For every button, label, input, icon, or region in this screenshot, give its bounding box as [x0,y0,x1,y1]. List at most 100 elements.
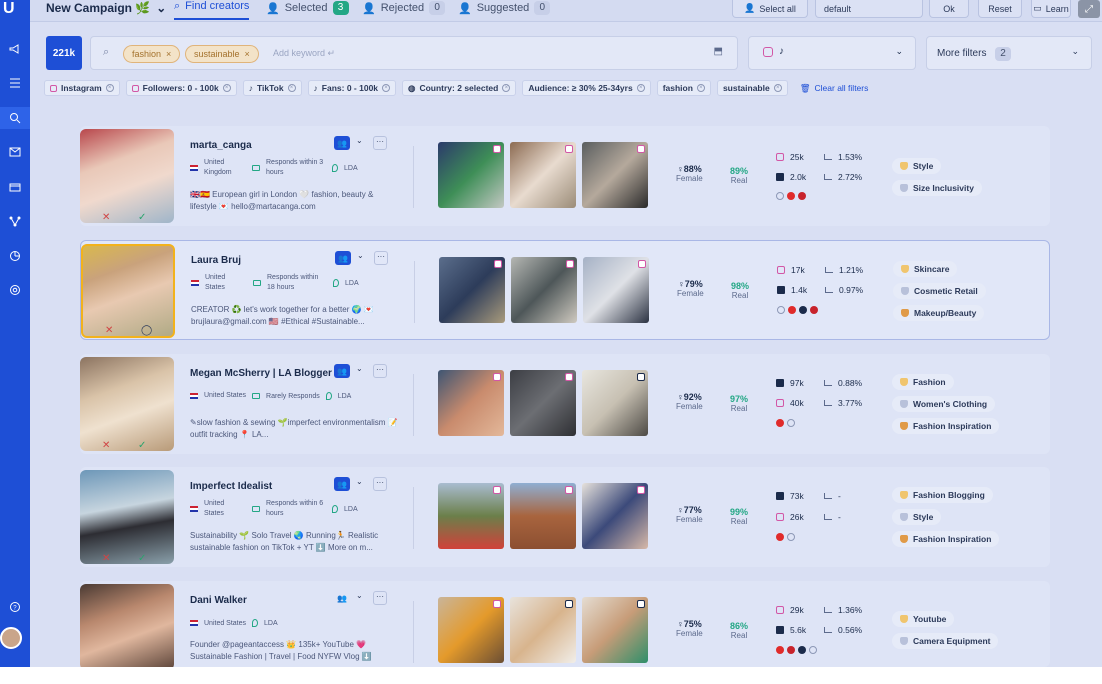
close-icon[interactable]: × [382,84,391,92]
website-icon[interactable] [787,419,795,427]
close-icon[interactable]: × [287,84,296,92]
creator-name[interactable]: Dani Walker [190,595,247,606]
creator-photo[interactable] [80,584,174,670]
more-filters-button[interactable]: More filters 2 ⌄ [926,36,1092,70]
post-thumbnail[interactable] [439,257,505,323]
website-icon[interactable] [777,306,785,314]
creator-card[interactable]: ✕ ✓ Megan McSherry | LA Blogger 👥 ⌄ ··· U… [80,354,1050,454]
app-logo[interactable]: U [3,1,19,17]
filter-chip[interactable]: ◍ Country: 2 selected × [402,80,517,96]
creator-photo[interactable]: ✕ ◯ [81,244,175,338]
expand-icon[interactable]: ⤢ [1078,0,1100,18]
tab-rejected[interactable]: 👤 Rejected 0 [362,0,446,16]
post-thumbnail[interactable] [510,483,576,549]
keyword-input[interactable]: Add keyword ↵ [273,48,335,59]
creator-card[interactable]: ✕ ✓ Imperfect Idealist 👥 ⌄ ··· United Sta… [80,467,1050,567]
preset-input[interactable]: default [815,0,923,18]
mail-icon[interactable] [0,141,30,163]
creator-photo[interactable]: ✕ ✓ [80,129,174,223]
creator-card[interactable]: ✕ ✓ marta_canga 👥 ⌄ ··· United Kingdom Res… [80,126,1050,226]
pinterest-icon[interactable] [798,192,806,200]
post-thumbnail[interactable] [510,597,576,663]
post-thumbnail[interactable] [438,597,504,663]
close-icon[interactable]: × [222,84,231,92]
keyword-search[interactable]: ⌕ fashion × sustainable × Add keyword ↵ ⬒ [90,36,738,70]
bookmark-icon[interactable]: ⬒ [714,46,723,57]
chevron-down-icon[interactable]: ⌄ [356,591,363,600]
website-icon[interactable] [787,533,795,541]
reset-button[interactable]: Reset [978,0,1022,18]
more-options-icon[interactable]: ··· [373,136,387,150]
post-thumbnail[interactable] [582,483,648,549]
pinterest-icon[interactable] [810,306,818,314]
tab-suggested[interactable]: 👤 Suggested 0 [458,0,551,16]
post-thumbnail[interactable] [438,142,504,208]
filter-chip[interactable]: sustainable × [716,80,788,96]
close-icon[interactable]: × [773,84,782,92]
more-options-icon[interactable]: ··· [373,364,387,378]
add-to-list-icon[interactable]: 👥 [334,136,350,150]
close-icon[interactable]: × [696,84,705,92]
add-to-list-icon[interactable]: 👥 [334,364,350,378]
learn-button[interactable]: ▭ Learn [1031,0,1071,18]
filter-chip[interactable]: ♪ TikTok × [242,80,302,96]
reject-icon[interactable]: ✕ [105,325,113,336]
add-to-list-icon[interactable]: 👥 [334,477,350,491]
youtube-icon[interactable] [787,192,795,200]
creator-card[interactable]: Dani Walker 👥 ⌄ ··· United States LDA Fou… [80,581,1050,670]
chevron-down-icon[interactable]: ⌄ [356,477,363,486]
post-thumbnail[interactable] [583,257,649,323]
chevron-down-icon[interactable]: ⌄ [356,136,363,145]
platform-select[interactable]: ♪ ⌄ [748,36,916,70]
youtube-icon[interactable] [776,646,784,654]
x-icon[interactable] [799,306,807,314]
more-options-icon[interactable]: ··· [374,251,388,265]
creator-name[interactable]: Imperfect Idealist [190,481,272,492]
website-icon[interactable] [776,192,784,200]
reject-icon[interactable]: ✕ [102,212,110,223]
accept-icon[interactable]: ✓ [138,553,146,564]
search-icon[interactable] [0,107,30,129]
tab-find-creators[interactable]: ⌕ Find creators [174,0,250,20]
pinterest-icon[interactable] [787,646,795,654]
post-thumbnail[interactable] [438,370,504,436]
filter-chip[interactable]: fashion × [656,80,711,96]
reject-icon[interactable]: ✕ [102,440,110,451]
help-icon[interactable]: ? [0,596,30,618]
post-thumbnail[interactable] [582,142,648,208]
clear-all-filters-button[interactable]: 🗑 Clear all filters [800,83,869,94]
filter-chip[interactable]: Audience: ≥ 30% 25-34yrs × [522,80,651,96]
youtube-icon[interactable] [776,533,784,541]
user-avatar[interactable] [0,627,22,649]
chart-icon[interactable] [0,245,30,267]
add-to-list-icon[interactable]: 👥 [334,591,350,605]
list-icon[interactable] [0,72,30,94]
post-thumbnail[interactable] [510,142,576,208]
reject-icon[interactable]: ✕ [102,553,110,564]
filter-chip[interactable]: Instagram × [44,80,120,96]
campaign-selector[interactable]: New Campaign 🌿 ⌄ [46,0,166,16]
keyword-chip[interactable]: sustainable × [185,45,259,63]
post-thumbnail[interactable] [511,257,577,323]
creator-name[interactable]: marta_canga [190,140,252,151]
close-icon[interactable]: × [636,84,645,92]
megaphone-icon[interactable] [0,38,30,60]
filter-chip[interactable]: ♪ Fans: 0 - 100k × [307,80,397,96]
creator-name[interactable]: Laura Bruj [191,255,241,266]
card-icon[interactable] [0,176,30,198]
keyword-chip[interactable]: fashion × [123,45,181,63]
filter-chip[interactable]: Followers: 0 - 100k × [125,80,237,96]
ok-button[interactable]: Ok [929,0,969,18]
accept-icon[interactable]: ✓ [138,212,146,223]
close-icon[interactable]: × [502,84,511,92]
creator-name[interactable]: Megan McSherry | LA Blogger [190,368,332,379]
post-thumbnail[interactable] [510,370,576,436]
creator-card[interactable]: ✕ ◯ Laura Bruj 👥 ⌄ ··· United States Respo… [80,240,1050,340]
close-icon[interactable]: × [166,49,171,59]
close-icon[interactable]: × [245,49,250,59]
support-icon[interactable] [0,279,30,301]
creator-photo[interactable]: ✕ ✓ [80,357,174,451]
chevron-down-icon[interactable]: ⌄ [356,364,363,373]
add-to-list-icon[interactable]: 👥 [335,251,351,265]
close-icon[interactable]: × [105,84,114,92]
